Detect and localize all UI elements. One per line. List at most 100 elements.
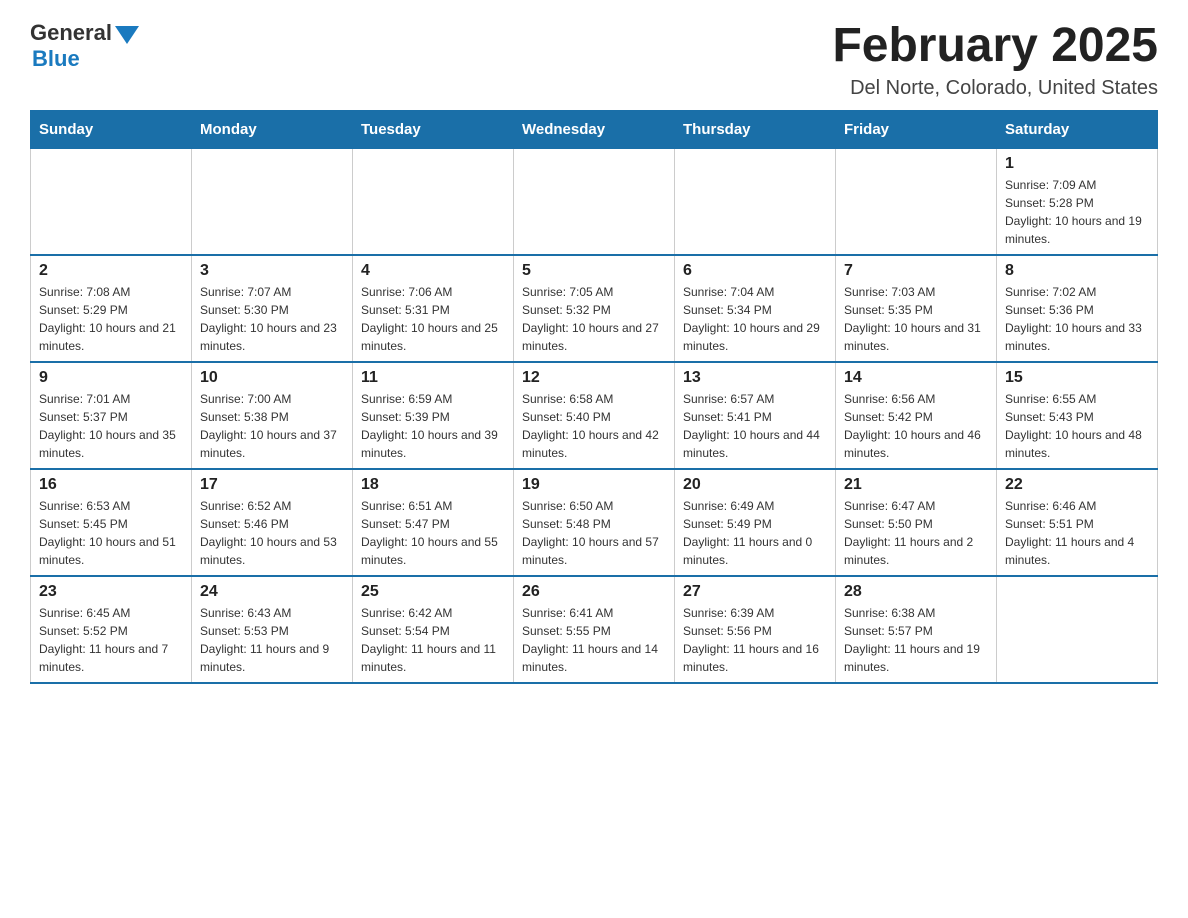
header-monday: Monday <box>192 110 353 148</box>
cell-week1-day6 <box>836 148 997 255</box>
cell-week2-day3: 4 Sunrise: 7:06 AM Sunset: 5:31 PM Daylig… <box>353 255 514 362</box>
cell-week4-day7: 22 Sunrise: 6:46 AM Sunset: 5:51 PM Dayli… <box>997 469 1158 576</box>
cell-week1-day5 <box>675 148 836 255</box>
cell-week5-day1: 23Sunrise: 6:45 AM Sunset: 5:52 PM Dayli… <box>31 576 192 683</box>
cell-week2-day2: 3 Sunrise: 7:07 AM Sunset: 5:30 PM Daylig… <box>192 255 353 362</box>
day-info: Sunrise: 6:38 AM Sunset: 5:57 PM Dayligh… <box>844 604 988 676</box>
calendar-table: SundayMondayTuesdayWednesdayThursdayFrid… <box>30 110 1158 684</box>
day-info: Sunrise: 7:09 AM Sunset: 5:28 PM Dayligh… <box>1005 176 1149 248</box>
day-number: 9 <box>39 369 183 387</box>
calendar-title: February 2025 <box>832 20 1158 73</box>
day-number: 2 <box>39 262 183 280</box>
day-number: 13 <box>683 369 827 387</box>
cell-week5-day2: 24Sunrise: 6:43 AM Sunset: 5:53 PM Dayli… <box>192 576 353 683</box>
cell-week4-day2: 17 Sunrise: 6:52 AM Sunset: 5:46 PM Dayli… <box>192 469 353 576</box>
day-info: Sunrise: 6:49 AM Sunset: 5:49 PM Dayligh… <box>683 497 827 569</box>
logo: General Blue <box>30 20 139 72</box>
day-number: 18 <box>361 476 505 494</box>
day-number: 5 <box>522 262 666 280</box>
cell-week2-day1: 2 Sunrise: 7:08 AM Sunset: 5:29 PM Daylig… <box>31 255 192 362</box>
cell-week1-day7: 1 Sunrise: 7:09 AM Sunset: 5:28 PM Daylig… <box>997 148 1158 255</box>
logo-blue-text: Blue <box>32 46 80 72</box>
day-info: Sunrise: 7:06 AM Sunset: 5:31 PM Dayligh… <box>361 283 505 355</box>
day-number: 28 <box>844 583 988 601</box>
cell-week2-day4: 5 Sunrise: 7:05 AM Sunset: 5:32 PM Daylig… <box>514 255 675 362</box>
day-number: 19 <box>522 476 666 494</box>
day-number: 3 <box>200 262 344 280</box>
header-tuesday: Tuesday <box>353 110 514 148</box>
week-row-1: 1 Sunrise: 7:09 AM Sunset: 5:28 PM Daylig… <box>31 148 1158 255</box>
header-wednesday: Wednesday <box>514 110 675 148</box>
cell-week3-day5: 13 Sunrise: 6:57 AM Sunset: 5:41 PM Dayli… <box>675 362 836 469</box>
day-number: 8 <box>1005 262 1149 280</box>
day-info: Sunrise: 6:52 AM Sunset: 5:46 PM Dayligh… <box>200 497 344 569</box>
day-info: Sunrise: 7:05 AM Sunset: 5:32 PM Dayligh… <box>522 283 666 355</box>
cell-week5-day7 <box>997 576 1158 683</box>
day-number: 27 <box>683 583 827 601</box>
day-number: 6 <box>683 262 827 280</box>
cell-week3-day6: 14 Sunrise: 6:56 AM Sunset: 5:42 PM Dayli… <box>836 362 997 469</box>
cell-week3-day2: 10Sunrise: 7:00 AM Sunset: 5:38 PM Dayli… <box>192 362 353 469</box>
cell-week1-day3 <box>353 148 514 255</box>
day-info: Sunrise: 6:47 AM Sunset: 5:50 PM Dayligh… <box>844 497 988 569</box>
page-header: General Blue February 2025 Del Norte, Co… <box>30 20 1158 100</box>
cell-week4-day1: 16 Sunrise: 6:53 AM Sunset: 5:45 PM Dayli… <box>31 469 192 576</box>
day-number: 23 <box>39 583 183 601</box>
day-number: 15 <box>1005 369 1149 387</box>
day-info: Sunrise: 6:42 AM Sunset: 5:54 PM Dayligh… <box>361 604 505 676</box>
day-info: Sunrise: 7:01 AM Sunset: 5:37 PM Dayligh… <box>39 390 183 462</box>
week-row-4: 16 Sunrise: 6:53 AM Sunset: 5:45 PM Dayli… <box>31 469 1158 576</box>
day-info: Sunrise: 7:07 AM Sunset: 5:30 PM Dayligh… <box>200 283 344 355</box>
day-number: 1 <box>1005 155 1149 173</box>
day-info: Sunrise: 7:02 AM Sunset: 5:36 PM Dayligh… <box>1005 283 1149 355</box>
day-number: 12 <box>522 369 666 387</box>
day-info: Sunrise: 6:53 AM Sunset: 5:45 PM Dayligh… <box>39 497 183 569</box>
cell-week2-day6: 7Sunrise: 7:03 AM Sunset: 5:35 PM Daylig… <box>836 255 997 362</box>
day-number: 17 <box>200 476 344 494</box>
header-friday: Friday <box>836 110 997 148</box>
day-info: Sunrise: 7:03 AM Sunset: 5:35 PM Dayligh… <box>844 283 988 355</box>
day-info: Sunrise: 6:46 AM Sunset: 5:51 PM Dayligh… <box>1005 497 1149 569</box>
calendar-subtitle: Del Norte, Colorado, United States <box>832 77 1158 100</box>
cell-week2-day5: 6Sunrise: 7:04 AM Sunset: 5:34 PM Daylig… <box>675 255 836 362</box>
logo-triangle-icon <box>115 26 139 44</box>
day-number: 14 <box>844 369 988 387</box>
cell-week5-day3: 25Sunrise: 6:42 AM Sunset: 5:54 PM Dayli… <box>353 576 514 683</box>
cell-week1-day2 <box>192 148 353 255</box>
header-saturday: Saturday <box>997 110 1158 148</box>
cell-week3-day1: 9 Sunrise: 7:01 AM Sunset: 5:37 PM Daylig… <box>31 362 192 469</box>
day-number: 20 <box>683 476 827 494</box>
header-thursday: Thursday <box>675 110 836 148</box>
day-info: Sunrise: 6:55 AM Sunset: 5:43 PM Dayligh… <box>1005 390 1149 462</box>
cell-week3-day3: 11Sunrise: 6:59 AM Sunset: 5:39 PM Dayli… <box>353 362 514 469</box>
cell-week5-day5: 27 Sunrise: 6:39 AM Sunset: 5:56 PM Dayli… <box>675 576 836 683</box>
cell-week4-day4: 19Sunrise: 6:50 AM Sunset: 5:48 PM Dayli… <box>514 469 675 576</box>
week-row-2: 2 Sunrise: 7:08 AM Sunset: 5:29 PM Daylig… <box>31 255 1158 362</box>
day-number: 10 <box>200 369 344 387</box>
cell-week1-day4 <box>514 148 675 255</box>
logo-general-text: General <box>30 20 112 46</box>
day-info: Sunrise: 6:56 AM Sunset: 5:42 PM Dayligh… <box>844 390 988 462</box>
cell-week5-day6: 28 Sunrise: 6:38 AM Sunset: 5:57 PM Dayli… <box>836 576 997 683</box>
calendar-body: 1 Sunrise: 7:09 AM Sunset: 5:28 PM Daylig… <box>31 148 1158 683</box>
day-info: Sunrise: 6:39 AM Sunset: 5:56 PM Dayligh… <box>683 604 827 676</box>
day-info: Sunrise: 6:41 AM Sunset: 5:55 PM Dayligh… <box>522 604 666 676</box>
day-info: Sunrise: 6:58 AM Sunset: 5:40 PM Dayligh… <box>522 390 666 462</box>
cell-week4-day6: 21Sunrise: 6:47 AM Sunset: 5:50 PM Dayli… <box>836 469 997 576</box>
cell-week2-day7: 8 Sunrise: 7:02 AM Sunset: 5:36 PM Daylig… <box>997 255 1158 362</box>
week-row-5: 23Sunrise: 6:45 AM Sunset: 5:52 PM Dayli… <box>31 576 1158 683</box>
day-number: 26 <box>522 583 666 601</box>
day-number: 22 <box>1005 476 1149 494</box>
cell-week4-day5: 20 Sunrise: 6:49 AM Sunset: 5:49 PM Dayli… <box>675 469 836 576</box>
day-info: Sunrise: 6:51 AM Sunset: 5:47 PM Dayligh… <box>361 497 505 569</box>
day-number: 4 <box>361 262 505 280</box>
cell-week3-day7: 15 Sunrise: 6:55 AM Sunset: 5:43 PM Dayli… <box>997 362 1158 469</box>
day-info: Sunrise: 6:57 AM Sunset: 5:41 PM Dayligh… <box>683 390 827 462</box>
header-sunday: Sunday <box>31 110 192 148</box>
day-info: Sunrise: 6:43 AM Sunset: 5:53 PM Dayligh… <box>200 604 344 676</box>
day-number: 16 <box>39 476 183 494</box>
day-info: Sunrise: 7:08 AM Sunset: 5:29 PM Dayligh… <box>39 283 183 355</box>
cell-week1-day1 <box>31 148 192 255</box>
week-row-3: 9 Sunrise: 7:01 AM Sunset: 5:37 PM Daylig… <box>31 362 1158 469</box>
cell-week5-day4: 26 Sunrise: 6:41 AM Sunset: 5:55 PM Dayli… <box>514 576 675 683</box>
